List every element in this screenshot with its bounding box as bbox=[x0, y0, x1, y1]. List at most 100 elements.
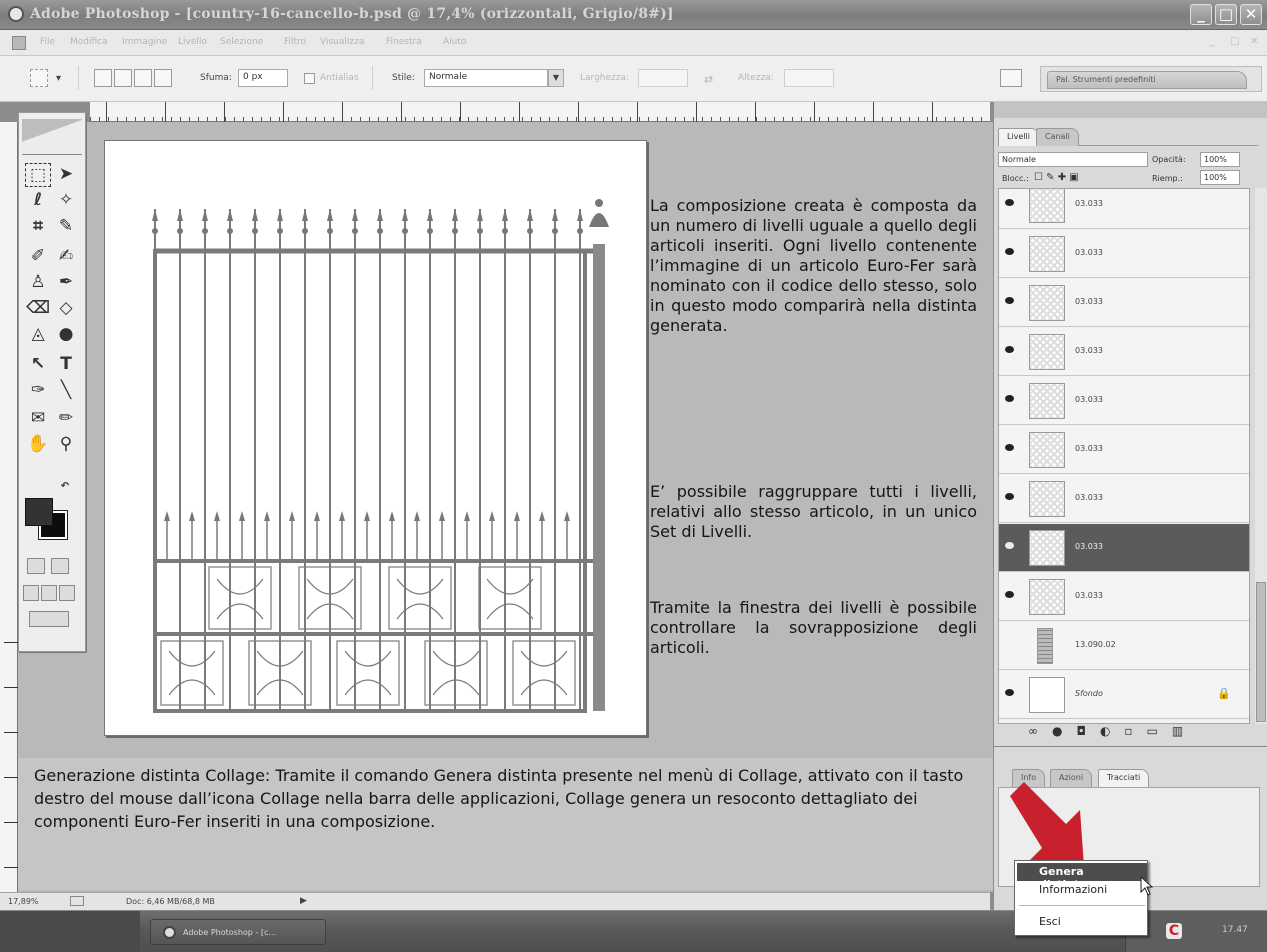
tab-livelli[interactable]: Livelli bbox=[998, 128, 1040, 146]
marquee-tool-icon[interactable] bbox=[30, 69, 48, 87]
stamp-tool-icon[interactable]: ♙ bbox=[25, 271, 51, 295]
layer-row[interactable]: 13.090.02 bbox=[999, 622, 1249, 670]
lock-icons[interactable]: ☐ ✎ ✚ ▣ bbox=[1034, 172, 1079, 183]
start-area[interactable] bbox=[0, 911, 140, 952]
magic-wand-icon[interactable]: ✧ bbox=[53, 189, 79, 213]
hand-tool-icon[interactable]: ✋ bbox=[25, 433, 51, 457]
swap-colors-icon[interactable]: ↶ bbox=[57, 481, 73, 495]
taskbar-photoshop-button[interactable]: Adobe Photoshop - [c... bbox=[150, 919, 326, 945]
type-tool-icon[interactable]: T bbox=[53, 353, 79, 377]
menu-selezione[interactable]: Selezione bbox=[220, 37, 263, 47]
layers-scrollbar[interactable] bbox=[1255, 188, 1267, 724]
layer-row[interactable]: 03.033 bbox=[999, 426, 1249, 474]
menu-filtro[interactable]: Filtro bbox=[284, 37, 306, 47]
swap-icon[interactable]: ⇄ bbox=[704, 73, 713, 86]
tab-tracciati[interactable]: Tracciati bbox=[1098, 769, 1150, 787]
feather-input[interactable]: 0 px bbox=[238, 69, 288, 87]
tool-presets-tab[interactable]: Pal. Strumenti predefiniti bbox=[1047, 71, 1247, 89]
screen-mode-full-icon[interactable] bbox=[59, 585, 75, 601]
maximize-button[interactable]: □ bbox=[1215, 4, 1237, 25]
scroll-thumb[interactable] bbox=[1256, 582, 1266, 722]
move-tool-icon[interactable]: ➤ bbox=[53, 163, 79, 187]
eye-icon[interactable] bbox=[1005, 444, 1014, 451]
layer-row-selected[interactable]: 03.033 bbox=[999, 524, 1249, 572]
eye-icon[interactable] bbox=[1005, 248, 1014, 255]
healing-brush-icon[interactable]: ✐ bbox=[25, 245, 51, 269]
standard-mode-icon[interactable] bbox=[27, 558, 45, 574]
doc-minimize-button[interactable]: _ bbox=[1210, 36, 1215, 47]
pen-tool-icon[interactable]: ✑ bbox=[25, 379, 51, 403]
foreground-color-swatch[interactable] bbox=[25, 498, 53, 526]
screen-mode-standard-icon[interactable] bbox=[23, 585, 39, 601]
eye-icon[interactable] bbox=[1005, 689, 1014, 696]
imageready-jump-icon[interactable] bbox=[29, 611, 69, 627]
blur-tool-icon[interactable]: ◬ bbox=[25, 323, 51, 347]
width-input[interactable] bbox=[638, 69, 688, 87]
eye-icon[interactable] bbox=[1005, 199, 1014, 206]
close-button[interactable]: ✕ bbox=[1240, 4, 1262, 25]
layer-row[interactable]: 03.033 bbox=[999, 573, 1249, 621]
crop-tool-icon[interactable]: ⌗ bbox=[25, 215, 51, 239]
layer-row[interactable]: 03.033 bbox=[999, 475, 1249, 523]
eraser-tool-icon[interactable]: ⌫ bbox=[25, 297, 51, 321]
collage-tray-icon[interactable]: C bbox=[1166, 923, 1182, 939]
chevron-down-icon[interactable]: ▼ bbox=[548, 69, 564, 87]
eye-icon[interactable] bbox=[1005, 542, 1014, 549]
layer-row[interactable]: 03.033 bbox=[999, 230, 1249, 278]
line-tool-icon[interactable]: ╲ bbox=[53, 379, 79, 403]
zoom-tool-icon[interactable]: ⚲ bbox=[53, 433, 79, 457]
doc-restore-button[interactable]: □ bbox=[1230, 36, 1239, 47]
eyedropper-icon[interactable]: ✏ bbox=[53, 407, 79, 431]
tab-canali[interactable]: Canali bbox=[1036, 128, 1079, 146]
quick-mask-icon[interactable] bbox=[51, 558, 69, 574]
path-selection-icon[interactable]: ↖ bbox=[25, 353, 51, 377]
eye-icon[interactable] bbox=[1005, 297, 1014, 304]
slice-tool-icon[interactable]: ✎ bbox=[53, 215, 79, 239]
photoshop-feather-logo[interactable] bbox=[22, 119, 82, 155]
menu-modifica[interactable]: Modifica bbox=[70, 37, 108, 47]
layers-footer-icons[interactable]: ∞●◘◐▫▭▥ bbox=[998, 724, 1250, 742]
layer-row[interactable]: 03.033 bbox=[999, 189, 1249, 229]
zoom-level[interactable]: 17,89% bbox=[8, 897, 39, 906]
new-selection-icon[interactable] bbox=[94, 69, 112, 87]
intersect-selection-icon[interactable] bbox=[154, 69, 172, 87]
menu-item-genera-distinta[interactable]: Genera distinta bbox=[1017, 863, 1147, 891]
add-selection-icon[interactable] bbox=[114, 69, 132, 87]
style-select[interactable]: Normale bbox=[424, 69, 548, 87]
antialias-checkbox[interactable] bbox=[304, 73, 315, 84]
fill-input[interactable]: 100% bbox=[1200, 170, 1240, 185]
brush-tool-icon[interactable]: ✍ bbox=[53, 245, 79, 269]
layer-row[interactable]: 03.033 bbox=[999, 279, 1249, 327]
menu-livello[interactable]: Livello bbox=[178, 37, 207, 47]
doc-close-button[interactable]: ✕ bbox=[1250, 36, 1258, 47]
eye-icon[interactable] bbox=[1005, 591, 1014, 598]
document-canvas[interactable] bbox=[104, 140, 647, 736]
menu-visualizza[interactable]: Visualizza bbox=[320, 37, 364, 47]
opacity-input[interactable]: 100% bbox=[1200, 152, 1240, 167]
marquee-tool-icon[interactable]: ⬚ bbox=[25, 163, 51, 187]
menu-finestra[interactable]: Finestra bbox=[386, 37, 422, 47]
blend-mode-select[interactable]: Normale bbox=[998, 152, 1148, 167]
history-brush-icon[interactable]: ✒ bbox=[53, 271, 79, 295]
menu-item-esci[interactable]: Esci bbox=[1017, 913, 1147, 931]
layer-row[interactable]: 03.033 bbox=[999, 328, 1249, 376]
notes-tool-icon[interactable]: ✉ bbox=[25, 407, 51, 431]
chevron-down-icon[interactable]: ▾ bbox=[56, 73, 61, 84]
dodge-tool-icon[interactable]: ● bbox=[53, 323, 79, 347]
height-input[interactable] bbox=[784, 69, 834, 87]
subtract-selection-icon[interactable] bbox=[134, 69, 152, 87]
menu-immagine[interactable]: Immagine bbox=[122, 37, 167, 47]
file-browser-icon[interactable] bbox=[1000, 69, 1022, 87]
layer-row[interactable]: 03.033 bbox=[999, 377, 1249, 425]
eye-icon[interactable] bbox=[1005, 395, 1014, 402]
eye-icon[interactable] bbox=[1005, 493, 1014, 500]
chevron-right-icon[interactable]: ▶ bbox=[300, 896, 307, 906]
screen-mode-full-menu-icon[interactable] bbox=[41, 585, 57, 601]
status-icon[interactable] bbox=[70, 896, 84, 906]
bucket-tool-icon[interactable]: ◇ bbox=[53, 297, 79, 321]
menu-file[interactable]: File bbox=[40, 37, 55, 47]
menu-aiuto[interactable]: Aiuto bbox=[443, 37, 466, 47]
layer-row-background[interactable]: Sfondo 🔒 bbox=[999, 671, 1249, 719]
layers-panel-titlebar[interactable] bbox=[994, 102, 1267, 118]
document-icon[interactable] bbox=[12, 36, 26, 50]
